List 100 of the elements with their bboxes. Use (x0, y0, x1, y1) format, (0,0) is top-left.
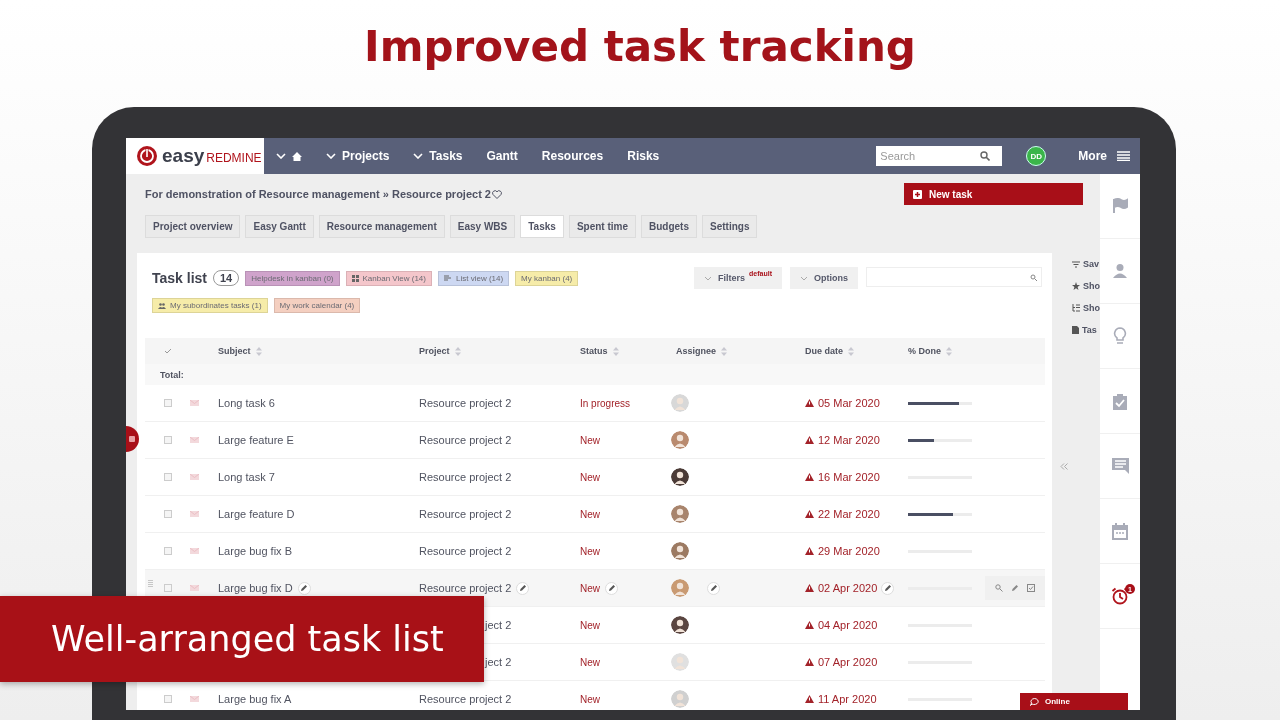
project-name[interactable]: Resource project 2 (419, 693, 512, 705)
sort-icon (454, 346, 461, 356)
project-tab[interactable]: Easy Gantt (245, 215, 314, 238)
alarm-icon (1111, 587, 1129, 605)
search-icon (980, 151, 991, 161)
envelope-icon (190, 548, 199, 554)
caret-icon (276, 153, 286, 159)
column-header[interactable]: Project (419, 346, 450, 356)
warning-icon (805, 547, 814, 555)
project-name[interactable]: Resource project 2 (419, 471, 512, 483)
warning-icon (805, 510, 814, 518)
due-date: 05 Mar 2020 (818, 397, 880, 409)
saved-query-tag[interactable]: My kanban (4) (515, 270, 579, 286)
caret-icon (800, 275, 808, 281)
saved-query-tag[interactable]: My subordinates tasks (1) (152, 298, 268, 313)
warning-icon (805, 473, 814, 481)
search-field[interactable]: Search (876, 146, 1003, 166)
filter-search-field[interactable] (866, 267, 1042, 287)
project-name[interactable]: Resource project 2 (419, 434, 512, 446)
total-label: Total: (160, 369, 185, 380)
sort-icon (848, 346, 854, 356)
column-header[interactable]: Subject (218, 346, 251, 356)
warning-icon (805, 436, 814, 444)
row-checkbox[interactable] (163, 584, 172, 592)
row-checkbox[interactable] (163, 547, 172, 555)
row-checkbox[interactable] (163, 436, 172, 444)
task-subject[interactable]: Large feature D (218, 508, 295, 520)
project-name[interactable]: Resource project 2 (419, 545, 512, 557)
edit-icon[interactable] (516, 581, 530, 595)
saved-query-tag[interactable]: List view (14) (438, 270, 510, 286)
nav-item[interactable]: Tasks (401, 138, 475, 174)
saved-query-tag[interactable]: Kanban View (14) (345, 270, 432, 286)
project-tab[interactable]: Spent time (568, 215, 636, 238)
chat-status-button[interactable]: Online (1020, 693, 1128, 710)
edit-icon[interactable] (707, 581, 720, 595)
nav-item[interactable]: Risks (615, 138, 672, 174)
sidebar-link[interactable]: Sho (1083, 281, 1100, 291)
sort-icon (255, 346, 262, 356)
task-status: New (580, 545, 600, 557)
sidebar-link[interactable]: Sho (1083, 303, 1100, 313)
breadcrumb[interactable]: For demonstration of Resource management » Resource project 2 (145, 188, 491, 200)
options-button[interactable]: Options (790, 267, 858, 289)
project-tab[interactable]: Project overview (145, 215, 241, 238)
project-tab[interactable]: Easy WBS (449, 215, 516, 238)
warning-icon (805, 399, 814, 407)
edit-icon[interactable] (297, 581, 311, 595)
row-checkbox[interactable] (163, 399, 172, 407)
task-subject[interactable]: Large bug fix B (218, 545, 292, 557)
sidebar-link[interactable]: Sav (1083, 259, 1099, 269)
project-tab[interactable]: Settings (702, 215, 758, 238)
saved-query-tag[interactable]: My work calendar (4) (273, 298, 361, 313)
project-name[interactable]: ject 2 (485, 656, 512, 668)
envelope-icon (190, 511, 199, 517)
column-header[interactable]: Status (580, 346, 608, 356)
envelope-icon (190, 696, 199, 702)
task-subject[interactable]: Large bug fix A (218, 693, 292, 705)
avatar (671, 468, 689, 486)
column-header[interactable]: Assignee (676, 346, 717, 356)
project-name[interactable]: ject 2 (485, 619, 512, 631)
row-checkbox[interactable] (163, 510, 172, 518)
sidebar-link[interactable]: Tas (1082, 325, 1097, 335)
tree-icon (1072, 304, 1080, 312)
due-date: 04 Apr 2020 (818, 619, 878, 631)
project-name[interactable]: Resource project 2 (419, 582, 512, 594)
project-tab[interactable]: Resource management (318, 215, 445, 238)
nav-item[interactable]: Gantt (474, 138, 530, 174)
warning-icon (805, 695, 814, 703)
task-status: New (580, 693, 600, 705)
project-name[interactable]: Resource project 2 (419, 508, 512, 520)
edit-icon[interactable] (1011, 582, 1019, 594)
nav-item[interactable]: Resources (529, 138, 616, 174)
column-header[interactable]: % Done (908, 346, 941, 356)
envelope-icon (190, 400, 199, 406)
calendar-icon (1112, 522, 1128, 540)
headline: Improved task tracking (364, 22, 916, 73)
list-icon (444, 275, 452, 281)
row-checkbox[interactable] (163, 473, 172, 481)
more-menu[interactable]: More (1078, 149, 1107, 163)
logo[interactable]: easy REDMINE (126, 138, 264, 174)
project-tab[interactable]: Budgets (641, 215, 697, 238)
project-name[interactable]: Resource project 2 (419, 397, 512, 409)
task-subject[interactable]: Long task 6 (218, 397, 275, 409)
row-checkbox[interactable] (163, 695, 172, 703)
task-subject[interactable]: Long task 7 (218, 471, 275, 483)
due-date: 12 Mar 2020 (818, 434, 880, 446)
progress-bar (908, 438, 972, 442)
project-tab[interactable]: Tasks (520, 215, 564, 238)
due-date: 11 Apr 2020 (818, 693, 877, 705)
task-subject[interactable]: Large bug fix D (218, 582, 293, 594)
column-header[interactable]: Due date (805, 346, 843, 356)
due-date: 07 Apr 2020 (818, 656, 878, 668)
drag-handle-icon (148, 580, 153, 587)
nav-item[interactable]: Projects (314, 138, 402, 174)
search-icon[interactable] (995, 582, 1003, 594)
edit-icon[interactable] (881, 581, 895, 595)
new-task-button[interactable]: New task (904, 183, 1083, 205)
task-subject[interactable]: Large feature E (218, 434, 294, 446)
checkbox-icon[interactable] (1027, 582, 1035, 594)
panel-title: Task list (152, 270, 207, 286)
edit-icon[interactable] (605, 581, 618, 595)
